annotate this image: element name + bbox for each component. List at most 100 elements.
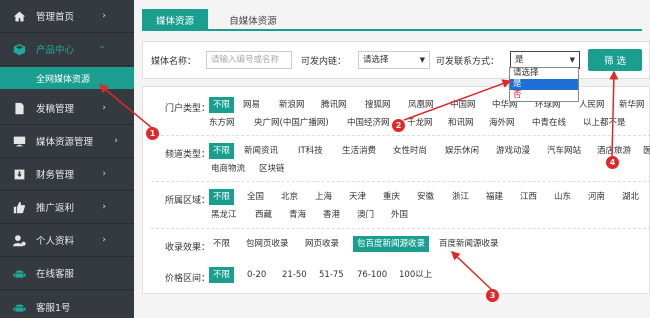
region-option[interactable]: 青海 [289,207,306,223]
dropdown-option[interactable]: 否 [510,90,578,101]
android-icon [12,300,26,314]
cube-icon [12,42,26,56]
region-option[interactable]: 重庆 [383,189,400,205]
android-icon [12,266,26,280]
annotation-badge-2: 2 [392,119,405,132]
chevron-right-icon: › [114,136,118,146]
filter-button[interactable]: 筛 选 [588,49,642,71]
internal-link-label: 可发内链： [301,57,347,67]
region-option[interactable]: 北京 [281,189,298,205]
region-option[interactable]: 河南 [588,189,605,205]
channel-option[interactable]: 医 [643,143,650,159]
region-option[interactable]: 外国 [391,207,408,223]
tab-self-media-resources[interactable]: 自媒体资源 [218,9,288,31]
price-option[interactable]: 76-100 [357,267,387,283]
dropdown-caret-icon: ▼ [419,56,425,64]
divider [151,181,650,182]
portal-option[interactable]: 新华网 [619,97,645,113]
channel-option[interactable]: 电商物流 [211,161,245,177]
region-option[interactable]: 香港 [323,207,340,223]
portal-option[interactable]: 中青在线 [532,115,566,131]
price-option[interactable]: 100以上 [399,267,432,283]
price-option[interactable]: 51-75 [319,267,344,283]
region-option[interactable]: 江西 [520,189,537,205]
region-option[interactable]: 湖北 [622,189,639,205]
nav-product-center[interactable]: 产品中心 ⌄ [0,33,134,66]
nav-personal-profile[interactable]: 个人资料 › [0,224,134,257]
media-name-input[interactable]: 请输入编号或名称 [206,51,292,69]
channel-option[interactable]: 游戏动漫 [496,143,530,159]
portal-option[interactable]: 海外网 [489,115,515,131]
channel-option[interactable]: 女性时尚 [393,143,427,159]
portal-option[interactable]: 新浪网 [279,97,305,113]
dropdown-option[interactable]: 请选择 [510,68,578,79]
internal-link-select[interactable]: 请选择 ▼ [358,51,430,69]
channel-option[interactable]: 不限 [209,143,235,159]
channel-option[interactable]: 汽车网站 [547,143,581,159]
include-option[interactable]: 百度新闻源收录 [439,236,499,252]
portal-option[interactable]: 腾讯网 [321,97,347,113]
portal-option[interactable]: 搜狐网 [365,97,391,113]
dropdown-caret-icon: ▼ [569,56,575,64]
portal-option[interactable]: 以上都不是 [583,115,626,131]
options-panel: 门户类型： 不限 网易 新浪网 腾讯网 搜狐网 凤凰网 中国网 中华网 环球网 … [142,86,650,294]
portal-option[interactable]: 不限 [209,97,235,113]
nav-service-1[interactable]: 客服1号 [0,291,134,318]
portal-option[interactable]: 中国经济网 [347,115,390,131]
channel-option[interactable]: 新闻资讯 [244,143,278,159]
nav-finance-management[interactable]: 财务管理 › [0,158,134,191]
region-option[interactable]: 澳门 [357,207,374,223]
channel-option[interactable]: 生活消费 [342,143,376,159]
tab-media-resources[interactable]: 媒体资源 [142,9,208,31]
chevron-right-icon: › [102,169,106,179]
region-option[interactable]: 天津 [349,189,366,205]
nav-home[interactable]: 管理首页 › [0,0,134,33]
portal-option[interactable]: 和讯网 [448,115,474,131]
region-option[interactable]: 福建 [486,189,503,205]
chevron-right-icon: › [102,11,106,21]
include-option[interactable]: 网页收录 [305,236,339,252]
home-icon [12,9,26,23]
price-option[interactable]: 21-50 [282,267,307,283]
portal-option[interactable]: 人民网 [579,97,605,113]
annotation-badge-1: 1 [146,127,159,140]
region-option[interactable]: 黑龙江 [211,207,237,223]
portal-option[interactable]: 东方网 [209,115,235,131]
nav-media-resource-management[interactable]: 媒体资源管理 › [0,125,134,158]
include-option[interactable]: 包百度新闻源收录 [353,236,430,252]
sidebar: 管理首页 › 产品中心 ⌄ 全网媒体资源 发稿管理 › 媒体资源管理 › 财务管… [0,0,134,318]
channel-option[interactable]: 区块链 [259,161,285,177]
region-option[interactable]: 山东 [554,189,571,205]
nav-online-service[interactable]: 在线客服 [0,257,134,290]
portal-option[interactable]: 中国网 [450,97,476,113]
region-option[interactable]: 全国 [247,189,264,205]
annotation-badge-4: 4 [606,156,619,169]
region-option[interactable]: 安徽 [417,189,434,205]
portal-option[interactable]: 央广网(中国广播网) [254,115,329,131]
tab-bar: 媒体资源 自媒体资源 [142,9,642,31]
channel-option[interactable]: IT科技 [298,143,323,159]
portal-option[interactable]: 凤凰网 [408,97,434,113]
channel-type-label: 频道类型： [165,150,211,160]
channel-option[interactable]: 娱乐休闲 [445,143,479,159]
price-option[interactable]: 0-20 [247,267,266,283]
internal-link-value: 请选择 [363,55,389,65]
region-option[interactable]: 不限 [209,189,235,205]
chevron-right-icon: › [102,202,106,212]
price-option[interactable]: 不限 [209,267,235,283]
portal-option[interactable]: 千龙网 [407,115,433,131]
portal-option[interactable]: 网易 [243,97,260,113]
chevron-down-icon: ⌄ [98,41,106,51]
region-option[interactable]: 浙江 [452,189,469,205]
include-option[interactable]: 包网页收录 [246,236,289,252]
region-option[interactable]: 上海 [315,189,332,205]
include-option[interactable]: 不限 [213,236,230,252]
include-effect-label: 收录效果： [165,243,211,253]
media-name-label: 媒体名称： [151,57,197,67]
region-option[interactable]: 西藏 [255,207,272,223]
nav-publish-management[interactable]: 发稿管理 › [0,92,134,125]
nav-promotion-rebate[interactable]: 推广返利 › [0,191,134,224]
sidebar-sub-item-all-media[interactable]: 全网媒体资源 [0,67,134,89]
dropdown-option-selected[interactable]: 是 [510,79,578,90]
divider [151,228,650,229]
